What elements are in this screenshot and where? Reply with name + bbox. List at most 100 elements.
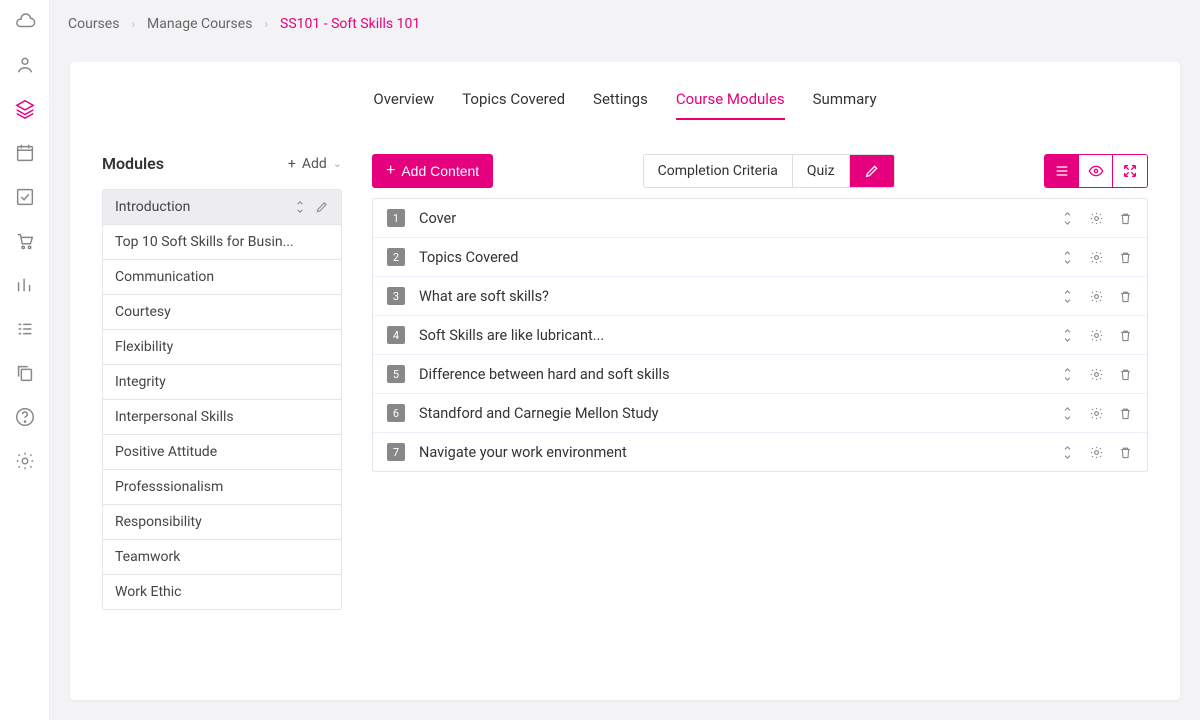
trash-icon[interactable] <box>1118 250 1133 265</box>
nav-list-icon[interactable] <box>14 318 36 340</box>
plus-icon: + <box>288 156 296 172</box>
module-item[interactable]: Top 10 Soft Skills for Busin... <box>103 225 341 260</box>
breadcrumb-item[interactable]: Manage Courses <box>147 16 252 32</box>
module-item[interactable]: Interpersonal Skills <box>103 400 341 435</box>
item-number-badge: 2 <box>387 248 405 266</box>
seg-completion[interactable]: Completion Criteria <box>644 155 793 187</box>
row-actions <box>1060 406 1133 421</box>
content-title: Soft Skills are like lubricant... <box>419 327 1046 344</box>
content-title: Standford and Carnegie Mellon Study <box>419 405 1046 422</box>
seg-edit[interactable] <box>850 155 894 187</box>
content-item[interactable]: 4 Soft Skills are like lubricant... <box>373 316 1147 355</box>
module-item-label: Positive Attitude <box>115 444 217 460</box>
trash-icon[interactable] <box>1118 445 1133 460</box>
row-actions <box>1060 211 1133 226</box>
sort-icon[interactable] <box>1060 328 1075 343</box>
trash-icon[interactable] <box>1118 328 1133 343</box>
gear-icon[interactable] <box>1089 406 1104 421</box>
item-number-badge: 6 <box>387 404 405 422</box>
module-item[interactable]: Teamwork <box>103 540 341 575</box>
gear-icon[interactable] <box>1089 289 1104 304</box>
item-number-badge: 7 <box>387 443 405 461</box>
content-title: Navigate your work environment <box>419 444 1046 461</box>
trash-icon[interactable] <box>1118 406 1133 421</box>
add-module-button[interactable]: + Add ⌄ <box>288 156 342 172</box>
content-list: 1 Cover 2 Topics Covered 3 What are soft… <box>372 198 1148 472</box>
view-list-button[interactable] <box>1045 155 1079 187</box>
course-tabs: Overview Topics Covered Settings Course … <box>102 90 1148 120</box>
sort-icon[interactable] <box>1060 289 1075 304</box>
content-item[interactable]: 6 Standford and Carnegie Mellon Study <box>373 394 1147 433</box>
breadcrumb-item-active[interactable]: SS101 - Soft Skills 101 <box>280 16 420 32</box>
content-title: Topics Covered <box>419 249 1046 266</box>
module-item[interactable]: Professsionalism <box>103 470 341 505</box>
content-item[interactable]: 1 Cover <box>373 199 1147 238</box>
breadcrumb-item[interactable]: Courses <box>68 16 119 32</box>
chevron-right-icon: › <box>264 17 268 31</box>
item-number-badge: 5 <box>387 365 405 383</box>
nav-check-icon[interactable] <box>14 186 36 208</box>
module-item[interactable]: Positive Attitude <box>103 435 341 470</box>
add-module-label: Add <box>302 156 327 172</box>
module-item-label: Interpersonal Skills <box>115 409 234 425</box>
nav-rail <box>0 0 50 720</box>
sort-icon[interactable] <box>1060 211 1075 226</box>
module-item-label: Responsibility <box>115 514 202 530</box>
module-item[interactable]: Work Ethic <box>103 575 341 609</box>
module-item[interactable]: Responsibility <box>103 505 341 540</box>
sort-icon[interactable] <box>293 200 307 214</box>
tab-summary[interactable]: Summary <box>813 90 877 120</box>
nav-help-icon[interactable] <box>14 406 36 428</box>
course-card: Overview Topics Covered Settings Course … <box>70 62 1180 700</box>
gear-icon[interactable] <box>1089 445 1104 460</box>
nav-settings-icon[interactable] <box>14 450 36 472</box>
trash-icon[interactable] <box>1118 289 1133 304</box>
nav-cloud-icon[interactable] <box>14 10 36 32</box>
content-title: Cover <box>419 210 1046 227</box>
gear-icon[interactable] <box>1089 367 1104 382</box>
pencil-icon[interactable] <box>315 200 329 214</box>
tab-overview[interactable]: Overview <box>373 90 434 120</box>
content-item[interactable]: 2 Topics Covered <box>373 238 1147 277</box>
sort-icon[interactable] <box>1060 250 1075 265</box>
content-item[interactable]: 7 Navigate your work environment <box>373 433 1147 471</box>
modules-panel: Modules + Add ⌄ Introduction Top 10 Soft… <box>102 154 342 610</box>
view-expand-button[interactable] <box>1113 155 1147 187</box>
content-title: Difference between hard and soft skills <box>419 366 1046 383</box>
item-number-badge: 4 <box>387 326 405 344</box>
tab-modules[interactable]: Course Modules <box>676 90 785 120</box>
nav-calendar-icon[interactable] <box>14 142 36 164</box>
view-preview-button[interactable] <box>1079 155 1113 187</box>
module-item[interactable]: Introduction <box>103 190 341 225</box>
module-item[interactable]: Communication <box>103 260 341 295</box>
nav-user-icon[interactable] <box>14 54 36 76</box>
content-item[interactable]: 5 Difference between hard and soft skill… <box>373 355 1147 394</box>
tab-settings[interactable]: Settings <box>593 90 648 120</box>
row-actions <box>1060 250 1133 265</box>
content-panel: + Add Content Completion Criteria Quiz <box>372 154 1148 610</box>
module-item[interactable]: Flexibility <box>103 330 341 365</box>
gear-icon[interactable] <box>1089 328 1104 343</box>
sort-icon[interactable] <box>1060 367 1075 382</box>
tab-topics[interactable]: Topics Covered <box>462 90 565 120</box>
module-item-label: Flexibility <box>115 339 173 355</box>
module-item-label: Communication <box>115 269 214 285</box>
add-content-button[interactable]: + Add Content <box>372 154 493 188</box>
module-item[interactable]: Integrity <box>103 365 341 400</box>
module-item[interactable]: Courtesy <box>103 295 341 330</box>
gear-icon[interactable] <box>1089 211 1104 226</box>
gear-icon[interactable] <box>1089 250 1104 265</box>
nav-cart-icon[interactable] <box>14 230 36 252</box>
modules-heading: Modules <box>102 154 164 173</box>
trash-icon[interactable] <box>1118 211 1133 226</box>
seg-quiz[interactable]: Quiz <box>793 155 850 187</box>
sort-icon[interactable] <box>1060 406 1075 421</box>
sort-icon[interactable] <box>1060 445 1075 460</box>
view-mode-group <box>1044 154 1148 188</box>
nav-chart-icon[interactable] <box>14 274 36 296</box>
nav-copy-icon[interactable] <box>14 362 36 384</box>
content-item[interactable]: 3 What are soft skills? <box>373 277 1147 316</box>
nav-layers-icon[interactable] <box>14 98 36 120</box>
trash-icon[interactable] <box>1118 367 1133 382</box>
row-actions <box>1060 328 1133 343</box>
